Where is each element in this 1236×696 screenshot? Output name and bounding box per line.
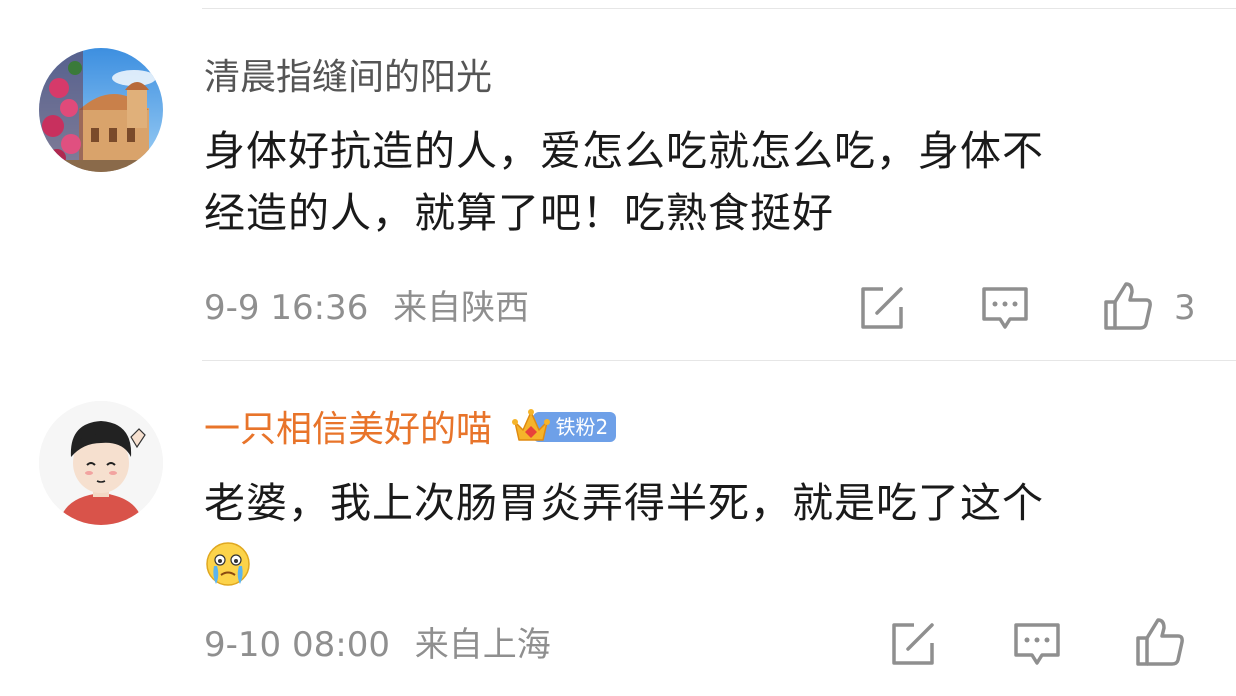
church-landscape-avatar-icon <box>39 48 163 172</box>
avatar[interactable] <box>39 401 163 525</box>
fan-badge[interactable]: 铁粉2 <box>511 408 617 446</box>
share-edit-icon <box>892 623 934 665</box>
thumbs-up-icon <box>1136 618 1184 666</box>
comment-date: 9-9 16:36 <box>204 288 369 328</box>
crying-face-emoji <box>204 534 1204 596</box>
share-button[interactable] <box>857 283 907 333</box>
comment-location: 来自陕西 <box>393 288 530 328</box>
comment-bubble-icon <box>982 287 1028 329</box>
like-count: 3 <box>1174 288 1196 328</box>
comment-text-line: 老婆，我上次肠胃炎弄得半死，就是吃了这个 <box>204 479 1044 527</box>
like-button[interactable] <box>1134 616 1184 666</box>
share-edit-icon <box>861 287 903 329</box>
comment-meta: 9-10 08:00 来自上海 <box>204 625 565 665</box>
comment-text-line: 经造的人，就算了吧！吃熟食挺好 <box>204 189 834 237</box>
avatar[interactable] <box>39 48 163 172</box>
comment-divider <box>202 360 1236 361</box>
thumbs-up-icon <box>1104 282 1152 330</box>
comment-text: 身体好抗造的人，爱怎么吃就怎么吃，身体不 经造的人，就算了吧！吃熟食挺好 <box>204 120 1204 244</box>
crying-face-icon <box>206 542 250 586</box>
reply-button[interactable] <box>1012 619 1062 669</box>
comment-meta: 9-9 16:36 来自陕西 <box>204 288 543 328</box>
crown-icon <box>512 409 551 441</box>
comment-text: 老婆，我上次肠胃炎弄得半死，就是吃了这个 <box>204 472 1204 596</box>
reply-button[interactable] <box>980 283 1030 333</box>
comment-location: 来自上海 <box>414 625 551 665</box>
comment-date: 9-10 08:00 <box>204 625 390 665</box>
username[interactable]: 清晨指缝间的阳光 <box>204 56 492 100</box>
share-button[interactable] <box>888 619 938 669</box>
top-divider <box>202 8 1236 9</box>
comment-text-line: 身体好抗造的人，爱怎么吃就怎么吃，身体不 <box>204 127 1044 175</box>
username[interactable]: 一只相信美好的喵 铁粉2 <box>204 408 617 452</box>
comment-bubble-icon <box>1014 623 1060 665</box>
cartoon-boy-avatar-icon <box>39 401 163 525</box>
like-button[interactable] <box>1102 280 1152 330</box>
username-text: 一只相信美好的喵 <box>204 409 493 450</box>
